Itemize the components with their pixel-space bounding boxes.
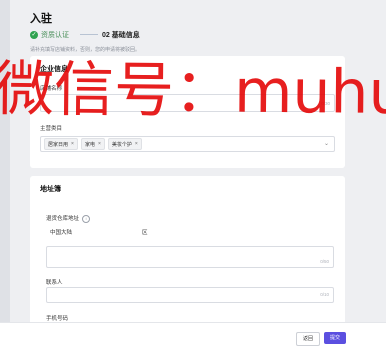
store-name-counter: 0/30 [321, 101, 330, 106]
step-1-label: 资质认证 [41, 32, 69, 39]
store-name-input[interactable]: 0/30 [40, 94, 335, 112]
category-select[interactable]: 居家日用 × 家电 × 美妆个护 × ⌄ [40, 136, 335, 152]
region-suffix: 区 [142, 230, 148, 236]
store-name-label: 店铺名称 [40, 86, 63, 92]
submit-button[interactable]: 提交 [324, 332, 346, 344]
side-strip [0, 0, 10, 352]
category-tag: 美妆个护 × [107, 138, 142, 150]
step-1: ✓ 资质认证 [30, 30, 69, 40]
return-address-label: 退货仓库地址 i [46, 214, 91, 223]
category-tag: 居家日用 × [44, 138, 78, 150]
step-divider [80, 34, 98, 35]
contact-input[interactable]: 0/10 [46, 287, 334, 303]
check-icon: ✓ [30, 31, 38, 39]
step-2-label: 02 基础信息 [102, 32, 140, 39]
close-icon[interactable]: × [135, 141, 138, 147]
back-button[interactable]: 返回 [296, 332, 320, 346]
contact-counter: 0/10 [320, 292, 329, 297]
address-section-title: 地址簿 [40, 186, 61, 193]
close-icon[interactable]: × [71, 141, 74, 147]
page-title: 入驻 [30, 13, 52, 25]
address-counter: 0/50 [320, 259, 329, 264]
category-label: 主营类目 [40, 126, 63, 132]
region-value[interactable]: 中国大陆 [50, 228, 72, 236]
category-tag: 家电 × [80, 138, 105, 150]
chevron-down-icon: ⌄ [323, 141, 329, 147]
company-info-card: 企业信息 店铺名称 0/30 主营类目 居家日用 × 家电 × 美妆个护 × ⌄ [30, 56, 345, 168]
close-icon[interactable]: × [98, 141, 101, 147]
company-section-title: 企业信息 [40, 66, 68, 73]
footer-bar: 返回 提交 [0, 322, 386, 353]
phone-label: 手机号码 [46, 316, 69, 322]
info-icon: i [82, 214, 91, 223]
page-hint: 请补充填写店铺资料，否则，您的申请将被驳回。 [30, 47, 141, 53]
address-detail-input[interactable]: 0/50 [46, 246, 334, 268]
contact-label: 联系人 [46, 280, 63, 286]
